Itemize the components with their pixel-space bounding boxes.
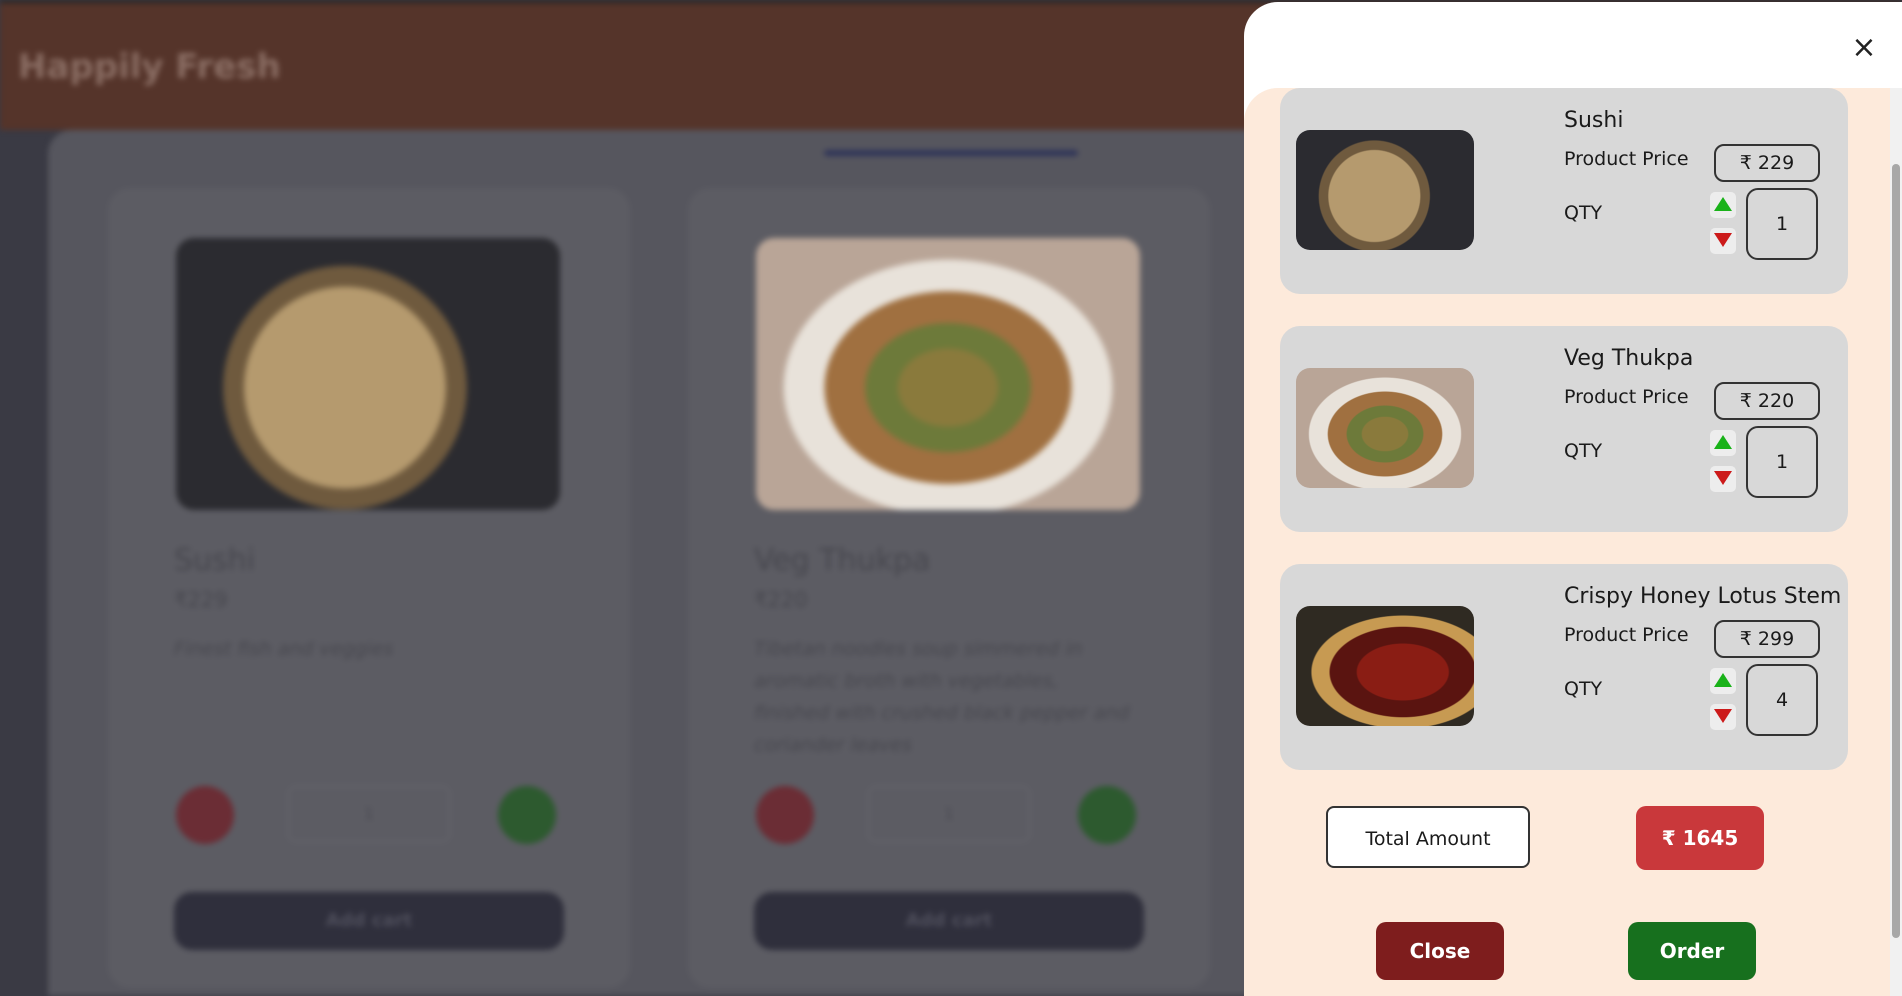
close-button[interactable]: Close bbox=[1376, 922, 1504, 980]
qty-value[interactable]: 1 bbox=[1746, 188, 1818, 260]
cart-item-name: Veg Thukpa bbox=[1564, 346, 1694, 371]
increase-button[interactable] bbox=[498, 786, 556, 844]
product-price-label: Product Price bbox=[1564, 386, 1689, 408]
menu-card-sushi: Sushi ₹229 Finest fish and veggies 1 Add… bbox=[108, 188, 630, 988]
quantity-field[interactable]: 1 bbox=[288, 786, 450, 842]
menu-card-veg-thukpa: Veg Thukpa ₹220 Tibetan noodles soup sim… bbox=[688, 188, 1210, 988]
product-price-value: ₹ 229 bbox=[1714, 144, 1820, 182]
cart-drawer: × Sushi Product Price ₹ 229 QTY 1 Veg Th… bbox=[1244, 2, 1902, 996]
menu-area: Sushi ₹229 Finest fish and veggies 1 Add… bbox=[48, 130, 1258, 996]
menu-card-price: ₹229 bbox=[174, 588, 228, 612]
menu-card-description: Finest fish and veggies bbox=[174, 638, 394, 660]
decrease-button[interactable] bbox=[756, 786, 814, 844]
menu-card-title: Sushi bbox=[174, 543, 256, 578]
decrease-button[interactable] bbox=[176, 786, 234, 844]
total-amount-value: ₹ 1645 bbox=[1636, 806, 1764, 870]
product-price-label: Product Price bbox=[1564, 148, 1689, 170]
cart-body: Sushi Product Price ₹ 229 QTY 1 Veg Thuk… bbox=[1244, 88, 1902, 996]
decrease-qty-button[interactable] bbox=[1710, 704, 1736, 730]
triangle-down-icon bbox=[1714, 233, 1732, 247]
quantity-field[interactable]: 1 bbox=[868, 786, 1030, 842]
menu-card-image bbox=[176, 238, 560, 510]
qty-value[interactable]: 1 bbox=[1746, 426, 1818, 498]
qty-label: QTY bbox=[1564, 202, 1603, 224]
increase-qty-button[interactable] bbox=[1710, 192, 1736, 218]
cart-item: Sushi Product Price ₹ 229 QTY 1 bbox=[1280, 88, 1848, 294]
cart-item-image bbox=[1296, 368, 1474, 488]
product-price-value: ₹ 299 bbox=[1714, 620, 1820, 658]
cart-item: Crispy Honey Lotus Stem Product Price ₹ … bbox=[1280, 564, 1848, 770]
cart-item-image bbox=[1296, 606, 1474, 726]
order-button[interactable]: Order bbox=[1628, 922, 1756, 980]
triangle-up-icon bbox=[1714, 197, 1732, 211]
cart-item: Veg Thukpa Product Price ₹ 220 QTY 1 bbox=[1280, 326, 1848, 532]
increase-qty-button[interactable] bbox=[1710, 668, 1736, 694]
qty-label: QTY bbox=[1564, 678, 1603, 700]
menu-card-price: ₹220 bbox=[754, 588, 808, 612]
decrease-qty-button[interactable] bbox=[1710, 466, 1736, 492]
increase-button[interactable] bbox=[1078, 786, 1136, 844]
triangle-up-icon bbox=[1714, 435, 1732, 449]
triangle-down-icon bbox=[1714, 471, 1732, 485]
total-amount-label: Total Amount bbox=[1326, 806, 1530, 868]
qty-label: QTY bbox=[1564, 440, 1603, 462]
product-price-label: Product Price bbox=[1564, 624, 1689, 646]
menu-card-title: Veg Thukpa bbox=[754, 543, 931, 578]
add-cart-button[interactable]: Add cart bbox=[174, 892, 564, 950]
cart-item-image bbox=[1296, 130, 1474, 250]
menu-card-description: Tibetan noodles soup simmered in aromati… bbox=[754, 638, 1130, 756]
close-icon[interactable]: × bbox=[1846, 30, 1882, 66]
qty-value[interactable]: 4 bbox=[1746, 664, 1818, 736]
menu-card-image bbox=[756, 238, 1140, 510]
triangle-up-icon bbox=[1714, 673, 1732, 687]
brand-logo: Happily Fresh bbox=[18, 47, 281, 87]
add-cart-button[interactable]: Add cart bbox=[754, 892, 1144, 950]
decrease-qty-button[interactable] bbox=[1710, 228, 1736, 254]
increase-qty-button[interactable] bbox=[1710, 430, 1736, 456]
triangle-down-icon bbox=[1714, 709, 1732, 723]
scrollbar-thumb[interactable] bbox=[1892, 164, 1900, 938]
cart-item-name: Sushi bbox=[1564, 108, 1624, 133]
carousel-indicator bbox=[824, 150, 1078, 156]
cart-item-name: Crispy Honey Lotus Stem bbox=[1564, 584, 1842, 609]
product-price-value: ₹ 220 bbox=[1714, 382, 1820, 420]
